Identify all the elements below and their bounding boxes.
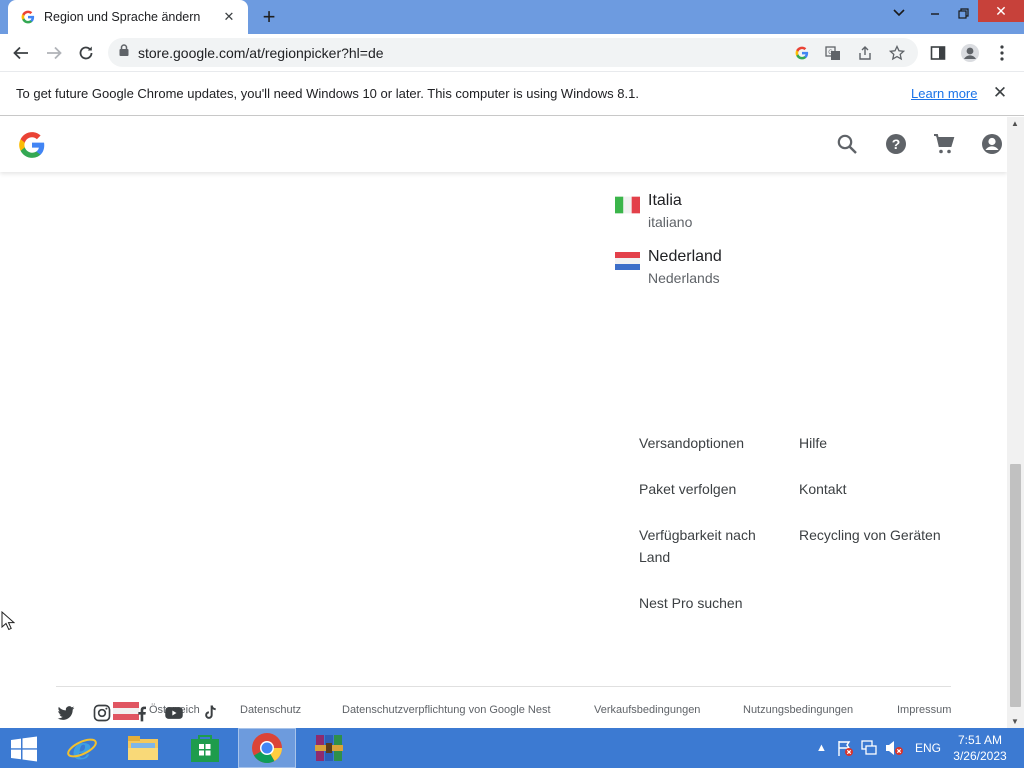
- update-infobar: To get future Google Chrome updates, you…: [0, 71, 1024, 116]
- legal-link-nutzungsbedingungen[interactable]: Nutzungsbedingungen: [743, 704, 853, 716]
- infobar-close-icon[interactable]: ✕: [990, 83, 1010, 103]
- close-window-button[interactable]: ✕: [978, 0, 1024, 22]
- file-explorer-icon[interactable]: [115, 728, 171, 768]
- footer-link-nest-pro[interactable]: Nest Pro suchen: [639, 592, 743, 614]
- reload-icon[interactable]: [74, 41, 98, 65]
- profile-avatar-icon[interactable]: [958, 41, 982, 65]
- chrome-taskbar-icon[interactable]: [238, 728, 296, 768]
- page-content: ? Italia italiano Nederland Nederlands V…: [0, 117, 1007, 728]
- legal-link-datenschutz[interactable]: Datenschutz: [240, 704, 301, 716]
- browser-toolbar: store.google.com/at/regionpicker?hl=de G: [0, 34, 1024, 71]
- svg-text:?: ?: [892, 136, 901, 152]
- footer-link-kontakt[interactable]: Kontakt: [799, 478, 846, 500]
- legal-link-impressum[interactable]: Impressum: [897, 704, 951, 716]
- region-language: italiano: [648, 214, 693, 230]
- network-icon[interactable]: [860, 728, 880, 768]
- windows-store-icon[interactable]: [177, 728, 233, 768]
- minimize-button[interactable]: [924, 0, 946, 26]
- region-language: Nederlands: [648, 270, 720, 286]
- clock-time: 7:51 AM: [957, 733, 1003, 747]
- scrollbar-thumb[interactable]: [1010, 464, 1021, 707]
- tiktok-icon[interactable]: [200, 703, 220, 723]
- footer-link-paket-verfolgen[interactable]: Paket verfolgen: [639, 478, 736, 500]
- page-scrollbar[interactable]: ▲ ▼: [1007, 117, 1024, 728]
- instagram-icon[interactable]: [92, 703, 112, 723]
- footer-link-hilfe[interactable]: Hilfe: [799, 432, 827, 454]
- restore-button[interactable]: [952, 0, 974, 26]
- windows-start-icon[interactable]: [10, 736, 38, 762]
- google-favicon-icon: [20, 9, 36, 25]
- tab-title: Region und Sprache ändern: [44, 10, 201, 24]
- back-arrow-icon[interactable]: [9, 41, 33, 65]
- new-tab-button[interactable]: +: [258, 6, 280, 28]
- tab-close-icon[interactable]: ✕: [220, 8, 238, 26]
- share-icon[interactable]: [856, 44, 874, 62]
- bookmark-star-icon[interactable]: [888, 44, 906, 62]
- svg-text:e: e: [72, 732, 91, 764]
- browser-tab[interactable]: Region und Sprache ändern ✕: [8, 0, 248, 34]
- twitter-icon[interactable]: [56, 703, 76, 723]
- help-icon[interactable]: ?: [884, 132, 908, 156]
- translate-icon[interactable]: G: [824, 44, 842, 62]
- tab-search-icon[interactable]: [888, 0, 910, 26]
- svg-text:G: G: [828, 50, 833, 56]
- show-hidden-icons-icon[interactable]: ▲: [816, 728, 827, 768]
- account-icon[interactable]: [980, 132, 1004, 156]
- input-language[interactable]: ENG: [915, 728, 941, 768]
- footer-link-versandoptionen[interactable]: Versandoptionen: [639, 432, 744, 454]
- store-header: ?: [0, 117, 1007, 172]
- mouse-pointer-icon: [1, 611, 15, 631]
- windows-taskbar: e ▲ ENG 7:51 AM 3/26/2023: [0, 728, 1024, 768]
- cart-icon[interactable]: [932, 132, 956, 156]
- screen: Region und Sprache ändern ✕ + ✕ store.go…: [0, 0, 1024, 768]
- region-country: Nederland: [648, 248, 722, 265]
- legal-link-verkaufsbedingungen[interactable]: Verkaufsbedingungen: [594, 704, 700, 716]
- lock-icon[interactable]: [118, 43, 130, 62]
- youtube-icon[interactable]: [163, 703, 185, 723]
- italy-flag-icon: [615, 196, 640, 214]
- search-icon[interactable]: [835, 132, 859, 156]
- infobar-message: To get future Google Chrome updates, you…: [16, 86, 639, 101]
- scroll-up-arrow-icon[interactable]: ▲: [1011, 119, 1019, 128]
- address-bar[interactable]: store.google.com/at/regionpicker?hl=de G: [108, 38, 918, 67]
- system-clock[interactable]: 7:51 AM 3/26/2023: [948, 732, 1012, 764]
- url-text: store.google.com/at/regionpicker?hl=de: [138, 44, 384, 61]
- footer-link-verfuegbarkeit[interactable]: Verfügbarkeit nach Land: [639, 524, 779, 568]
- menu-dots-icon[interactable]: [990, 41, 1014, 65]
- side-panel-icon[interactable]: [926, 41, 950, 65]
- winrar-icon[interactable]: [301, 728, 357, 768]
- netherlands-flag-icon: [615, 252, 640, 270]
- footer-divider: [56, 686, 951, 687]
- internet-explorer-icon[interactable]: e: [54, 728, 110, 768]
- region-country: Italia: [648, 192, 682, 209]
- footer-link-recycling[interactable]: Recycling von Geräten: [799, 524, 941, 546]
- legal-link-nest-privacy[interactable]: Datenschutzverpflichtung von Google Nest: [342, 704, 551, 716]
- learn-more-link[interactable]: Learn more: [911, 86, 977, 101]
- google-logo-icon[interactable]: [18, 131, 46, 159]
- google-lens-icon[interactable]: [793, 44, 811, 62]
- forward-arrow-icon[interactable]: [42, 41, 66, 65]
- clock-date: 3/26/2023: [953, 749, 1007, 763]
- action-center-flag-icon[interactable]: [836, 728, 854, 768]
- scroll-down-arrow-icon[interactable]: ▼: [1011, 717, 1019, 726]
- tab-strip: Region und Sprache ändern ✕ + ✕: [0, 0, 1024, 34]
- volume-muted-icon[interactable]: [884, 728, 904, 768]
